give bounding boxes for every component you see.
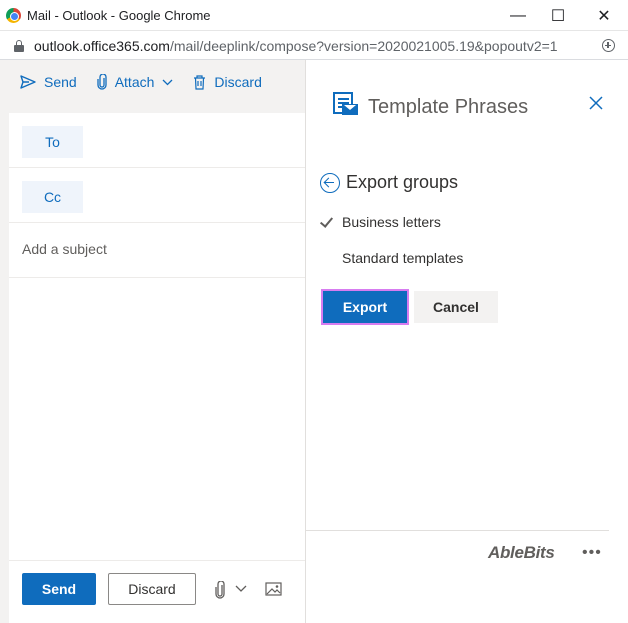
close-window-button[interactable]: ✕ (582, 0, 626, 31)
chevron-down-icon[interactable] (162, 79, 173, 86)
send-button[interactable]: Send (22, 573, 96, 605)
attach-icon (97, 74, 107, 90)
pane-footer-divider (306, 530, 609, 531)
image-icon[interactable] (265, 582, 282, 596)
window-title: Mail - Outlook - Google Chrome (27, 8, 211, 23)
group-item-standard-templates[interactable]: Standard templates (320, 250, 463, 266)
discard-button[interactable]: Discard (108, 573, 196, 605)
cancel-button[interactable]: Cancel (414, 291, 498, 323)
compose-form: To Cc Add a subject (9, 113, 305, 623)
more-icon[interactable]: ••• (582, 544, 602, 562)
group-item-label: Business letters (342, 214, 441, 230)
send-toolbar-button[interactable]: Send (20, 74, 77, 90)
minimize-button[interactable]: — (496, 0, 540, 31)
discard-toolbar-button[interactable]: Discard (193, 74, 262, 90)
url-host: outlook.office365.com (34, 38, 170, 54)
check-icon (320, 215, 334, 229)
send-icon (20, 75, 36, 89)
maximize-button[interactable]: ☐ (536, 0, 580, 31)
chrome-logo-icon (6, 8, 21, 23)
compose-bottom-bar: Send Discard (9, 560, 305, 623)
cc-button[interactable]: Cc (22, 181, 83, 213)
subject-field[interactable]: Add a subject (9, 223, 305, 278)
url-text[interactable]: outlook.office365.com/mail/deeplink/comp… (34, 38, 558, 54)
chevron-down-icon[interactable] (235, 585, 247, 593)
trash-icon (194, 74, 206, 90)
discard-toolbar-label: Discard (214, 74, 262, 90)
to-button[interactable]: To (22, 126, 83, 158)
pane-title: Template Phrases (368, 96, 529, 118)
export-button[interactable]: Export (321, 289, 409, 325)
paperclip-icon[interactable] (215, 581, 225, 599)
subject-placeholder: Add a subject (22, 241, 107, 257)
template-phrases-logo-icon (331, 90, 359, 118)
export-groups-heading: Export groups (346, 172, 459, 192)
group-item-label: Standard templates (342, 250, 464, 266)
compose-area: Send Attach Discard To Cc Add a subject … (0, 60, 305, 623)
url-path: /mail/deeplink/compose?version=202002100… (169, 38, 558, 54)
back-arrow-icon[interactable] (320, 172, 340, 193)
close-icon[interactable] (589, 96, 603, 110)
attach-toolbar-label: Attach (114, 74, 155, 90)
attach-toolbar-button[interactable]: Attach (97, 74, 174, 90)
compose-toolbar: Send Attach Discard (0, 60, 305, 104)
add-icon[interactable] (602, 39, 615, 52)
browser-title-bar: Mail - Outlook - Google Chrome — ☐ ✕ (0, 0, 628, 31)
address-bar[interactable]: outlook.office365.com/mail/deeplink/comp… (0, 31, 628, 60)
to-row[interactable]: To (9, 113, 305, 168)
template-phrases-pane: Template Phrases Export groups Business … (305, 60, 628, 623)
lock-icon[interactable] (14, 40, 24, 52)
ablebits-logo: AbleBits (488, 543, 555, 562)
export-groups-back[interactable]: Export groups (320, 172, 458, 193)
group-item-business-letters[interactable]: Business letters (320, 214, 441, 230)
send-toolbar-label: Send (44, 74, 77, 90)
cc-row[interactable]: Cc (9, 168, 305, 223)
